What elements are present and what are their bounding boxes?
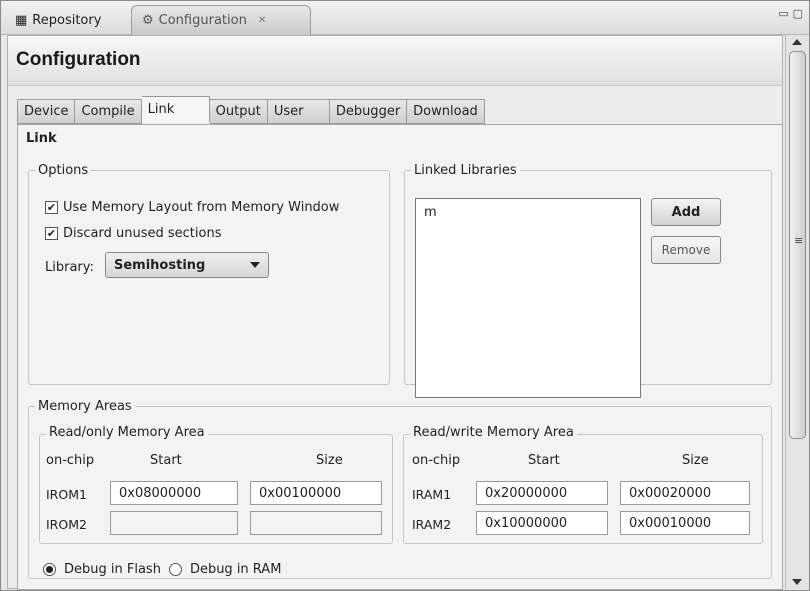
config-tabs: Device Compile Link Output User Debugger… bbox=[17, 96, 485, 124]
irom1-size-input[interactable]: 0x00100000 bbox=[250, 481, 382, 505]
col-size: Size bbox=[316, 453, 343, 468]
debug-mode-radios: Debug in Flash Debug in RAM bbox=[43, 562, 281, 577]
debug-flash-label: Debug in Flash bbox=[64, 562, 161, 577]
iram2-start-input[interactable]: 0x10000000 bbox=[476, 511, 608, 535]
tab-device[interactable]: Device bbox=[17, 99, 76, 124]
iram1-size-input[interactable]: 0x00020000 bbox=[620, 481, 750, 505]
memory-areas-legend: Memory Areas bbox=[38, 399, 132, 414]
tab-compile[interactable]: Compile bbox=[75, 99, 142, 124]
read-only-legend: Read/only Memory Area bbox=[46, 425, 208, 440]
read-only-area: Read/only Memory Area on-chip Start Size… bbox=[39, 425, 393, 544]
title-bar: Configuration bbox=[8, 36, 782, 86]
tab-repository-label: Repository bbox=[32, 12, 102, 28]
row-label: IRAM2 bbox=[412, 517, 452, 532]
tab-repository[interactable]: ▦ Repository bbox=[5, 5, 125, 35]
tab-debugger[interactable]: Debugger bbox=[329, 99, 408, 124]
read-write-legend: Read/write Memory Area bbox=[410, 425, 577, 440]
iram2-size-input[interactable]: 0x00010000 bbox=[620, 511, 750, 535]
close-icon[interactable]: ✕ bbox=[258, 15, 266, 26]
window-controls: ▭ ▢ bbox=[778, 7, 803, 20]
checkmark-icon[interactable]: ✔ bbox=[45, 227, 58, 240]
col-onchip: on-chip bbox=[46, 453, 95, 468]
use-memory-layout-label: Use Memory Layout from Memory Window bbox=[63, 200, 340, 215]
tab-user[interactable]: User bbox=[267, 99, 330, 124]
link-panel: Link Options ✔ Use Memory Layout from Me… bbox=[17, 124, 783, 590]
library-select[interactable]: Semihosting bbox=[105, 252, 269, 278]
add-button[interactable]: Add bbox=[651, 198, 721, 226]
read-write-area: Read/write Memory Area on-chip Start Siz… bbox=[403, 425, 763, 544]
irom2-size-input[interactable] bbox=[250, 511, 382, 535]
tab-output[interactable]: Output bbox=[209, 99, 268, 124]
debug-ram-label: Debug in RAM bbox=[189, 562, 282, 577]
maximize-icon[interactable]: ▢ bbox=[793, 7, 803, 20]
options-legend: Options bbox=[38, 163, 89, 178]
tab-download[interactable]: Download bbox=[407, 99, 485, 124]
col-onchip: on-chip bbox=[412, 453, 461, 468]
grip-icon: ≡ bbox=[794, 234, 804, 247]
vertical-scrollbar[interactable]: ≡ bbox=[785, 35, 809, 589]
section-title: Link bbox=[26, 131, 57, 146]
debug-ram-radio[interactable] bbox=[168, 563, 182, 576]
discard-unused-label: Discard unused sections bbox=[63, 226, 222, 241]
tab-link[interactable]: Link bbox=[141, 96, 210, 123]
linked-libraries-group: Linked Libraries m Add Remove bbox=[404, 163, 772, 398]
view-tab-bar: ▦ Repository ⚙ Configuration ✕ ▭ ▢ bbox=[1, 1, 809, 35]
configuration-editor: Configuration Device Compile Link Output… bbox=[7, 35, 783, 590]
linked-libraries-legend: Linked Libraries bbox=[414, 163, 517, 178]
radio-dot bbox=[46, 566, 53, 573]
row-label: IROM2 bbox=[46, 517, 87, 532]
use-memory-layout-checkbox[interactable]: ✔ Use Memory Layout from Memory Window bbox=[45, 200, 339, 215]
library-value: Semihosting bbox=[114, 257, 206, 273]
libraries-list[interactable]: m bbox=[415, 198, 641, 398]
col-start: Start bbox=[528, 453, 560, 468]
iram1-start-input[interactable]: 0x20000000 bbox=[476, 481, 608, 505]
irom2-start-input[interactable] bbox=[110, 511, 238, 535]
debug-flash-radio[interactable] bbox=[43, 563, 56, 576]
tab-configuration-label: Configuration bbox=[158, 13, 247, 28]
discard-unused-checkbox[interactable]: ✔ Discard unused sections bbox=[45, 226, 221, 241]
row-label: IRAM1 bbox=[412, 487, 452, 502]
scroll-down-icon[interactable] bbox=[792, 579, 802, 585]
list-item[interactable]: m bbox=[416, 199, 640, 226]
tab-configuration[interactable]: ⚙ Configuration ✕ bbox=[131, 5, 311, 35]
page-title: Configuration bbox=[16, 49, 141, 70]
scroll-up-icon[interactable] bbox=[792, 39, 802, 45]
irom1-start-input[interactable]: 0x08000000 bbox=[110, 481, 238, 505]
col-start: Start bbox=[150, 453, 182, 468]
col-size: Size bbox=[682, 453, 709, 468]
app-window: ▦ Repository ⚙ Configuration ✕ ▭ ▢ Confi… bbox=[0, 0, 810, 591]
chevron-down-icon bbox=[250, 262, 260, 268]
row-label: IROM1 bbox=[46, 487, 87, 502]
memory-areas-group: Memory Areas Read/only Memory Area on-ch… bbox=[28, 399, 772, 579]
gear-icon: ⚙ bbox=[142, 13, 154, 28]
checkmark-icon[interactable]: ✔ bbox=[45, 201, 58, 214]
scroll-thumb[interactable]: ≡ bbox=[789, 51, 806, 439]
grid-icon: ▦ bbox=[15, 12, 28, 28]
minimize-icon[interactable]: ▭ bbox=[778, 7, 788, 20]
options-group: Options ✔ Use Memory Layout from Memory … bbox=[28, 163, 390, 385]
remove-button[interactable]: Remove bbox=[651, 236, 721, 264]
library-label: Library: bbox=[45, 260, 94, 275]
